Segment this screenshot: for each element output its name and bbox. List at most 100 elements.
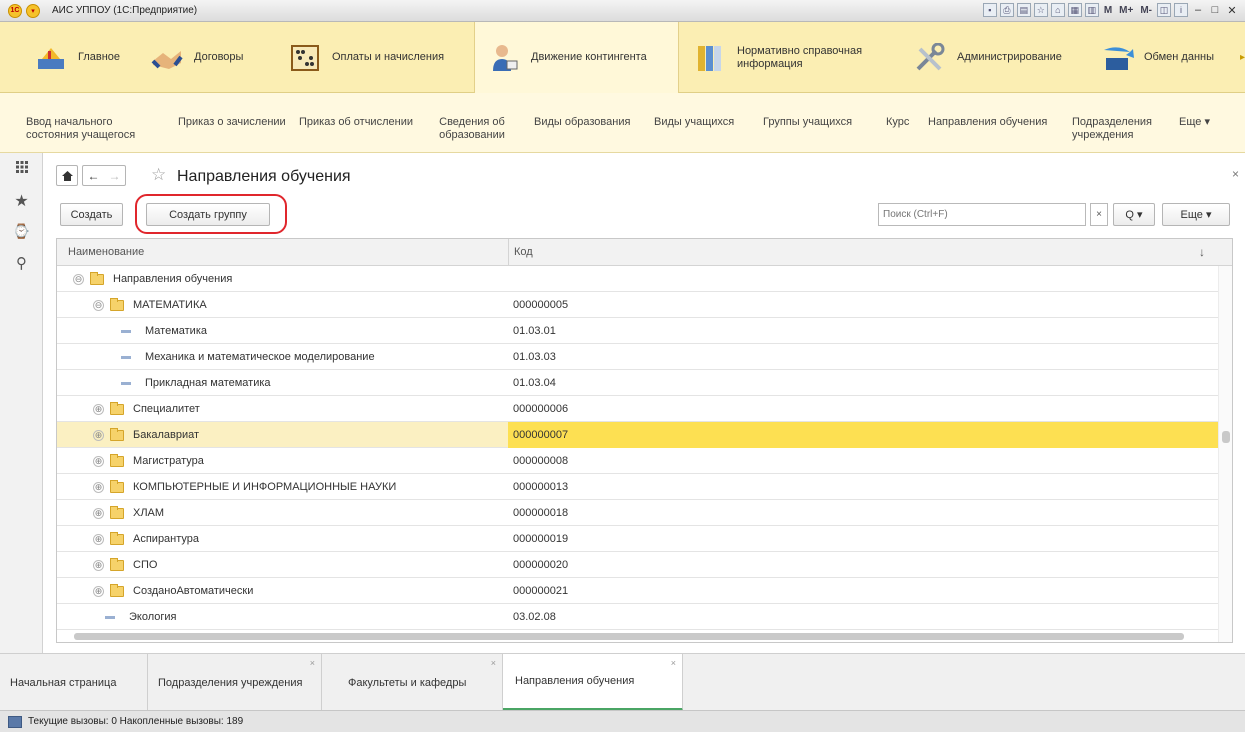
cell-code: 000000013 [513, 481, 569, 493]
subnav-departments[interactable]: Подразделения учреждения [1072, 116, 1152, 142]
memory-m-button[interactable]: М [1102, 5, 1114, 16]
forward-arrow-icon[interactable]: → [104, 166, 125, 185]
table-row[interactable]: Экология 03.02.08 [57, 604, 1219, 630]
more-actions-button[interactable]: Еще ▾ [1162, 203, 1230, 226]
memory-plus-button[interactable]: М+ [1117, 5, 1135, 16]
maximize-icon[interactable]: □ [1208, 4, 1222, 16]
expand-icon[interactable]: ⊕ [93, 507, 104, 519]
tab-study-directions[interactable]: Направления обучения × [503, 654, 683, 711]
minimize-icon[interactable]: – [1191, 4, 1205, 16]
table-row[interactable]: Механика и математическое моделирование 0… [57, 344, 1219, 370]
back-arrow-icon[interactable]: ← [83, 166, 104, 185]
table-row-group[interactable]: ⊕ Специалитет 000000006 [57, 396, 1219, 422]
home-icon [61, 170, 73, 181]
collapse-icon[interactable]: ⊖ [73, 273, 84, 285]
history-clock-icon[interactable]: ⌚ [0, 223, 43, 240]
subnav-course[interactable]: Курс [886, 116, 909, 129]
close-tab-icon[interactable]: × [310, 658, 315, 668]
table-row-group[interactable]: ⊕ Бакалавриат 000000007 [57, 422, 1219, 448]
calculator-icon[interactable]: ▦ [1067, 3, 1082, 17]
section-administration[interactable]: Администрирование [913, 22, 1083, 93]
search-options-button[interactable]: Q ▾ [1113, 203, 1155, 226]
clear-search-button[interactable]: × [1090, 203, 1108, 226]
table-row[interactable]: Математика 01.03.01 [57, 318, 1219, 344]
add-to-favorites-star-icon[interactable]: ☆ [151, 165, 166, 185]
column-code-header[interactable]: Код [514, 239, 533, 265]
red-highlight-annotation [135, 194, 287, 234]
memory-minus-button[interactable]: М- [1138, 5, 1154, 16]
section-payments[interactable]: Оплаты и начисления [288, 22, 463, 93]
tab-faculties[interactable]: Факультеты и кафедры × [322, 654, 503, 711]
horizontal-scroll-thumb[interactable] [74, 633, 1184, 640]
expand-icon[interactable]: ⊕ [93, 455, 104, 467]
vertical-scroll-thumb[interactable] [1222, 431, 1230, 443]
cell-code: 000000008 [513, 455, 569, 467]
subnav-student-groups[interactable]: Группы учащихся [763, 116, 852, 129]
folder-icon [90, 271, 104, 285]
tab-departments[interactable]: Подразделения учреждения × [148, 654, 322, 711]
expand-icon[interactable]: ⊕ [93, 559, 104, 571]
table-row-group[interactable]: ⊕ КОМПЬЮТЕРНЫЕ И ИНФОРМАЦИОННЫЕ НАУКИ 0000… [57, 474, 1219, 500]
tab-start-page[interactable]: Начальная страница [0, 654, 148, 711]
close-tab-icon[interactable]: × [671, 658, 676, 668]
favorites-star-icon[interactable]: ★ [0, 191, 43, 211]
save-icon[interactable]: ▪ [982, 3, 997, 17]
table-row-group[interactable]: ⊕ СПО 000000020 [57, 552, 1219, 578]
table-row-group[interactable]: ⊖ Направления обучения [57, 266, 1219, 292]
subnav-student-types[interactable]: Виды учащихся [654, 116, 734, 129]
horizontal-scrollbar[interactable] [56, 631, 1218, 642]
preview-icon[interactable]: ▤ [1016, 3, 1031, 17]
subnav-enrollment-order[interactable]: Приказ о зачислении [178, 116, 286, 129]
info-icon[interactable]: i [1174, 3, 1188, 17]
section-data-exchange[interactable]: Обмен данны ▸ [1100, 22, 1245, 93]
section-contracts[interactable]: Договоры [150, 22, 275, 93]
table-row-group[interactable]: ⊕ Аспирантура 000000019 [57, 526, 1219, 552]
collapse-icon[interactable]: ⊖ [93, 299, 104, 311]
sort-down-icon[interactable]: ↓ [1199, 239, 1205, 265]
print-icon[interactable]: ⎙ [999, 3, 1014, 17]
row-name-text: СозданоАвтоматически [133, 585, 254, 597]
subnav-expulsion-order[interactable]: Приказ об отчислении [299, 116, 413, 129]
expand-icon[interactable]: ⊕ [93, 403, 104, 415]
close-tab-icon[interactable]: × [491, 658, 496, 668]
search-icon[interactable]: ⚲ [0, 254, 43, 272]
expand-icon[interactable]: ⊕ [93, 429, 104, 441]
table-row-group[interactable]: ⊕ Магистратура 000000008 [57, 448, 1219, 474]
close-window-icon[interactable]: ✕ [1225, 4, 1239, 17]
table-row[interactable]: Прикладная математика 01.03.04 [57, 370, 1219, 396]
subnav-study-directions[interactable]: Направления обучения [928, 116, 1047, 129]
window-layout-icon[interactable]: ◫ [1157, 3, 1171, 17]
home-button[interactable] [56, 165, 78, 186]
column-name-header[interactable]: Наименование [68, 239, 144, 265]
subnav-education-info[interactable]: Сведения об образовании [437, 116, 507, 142]
search-input[interactable] [878, 203, 1086, 226]
section-reference-info[interactable]: Нормативно справочная информация [693, 22, 898, 93]
cell-name: ⊕ КОМПЬЮТЕРНЫЕ И ИНФОРМАЦИОННЫЕ НАУКИ [93, 474, 396, 500]
folder-icon [110, 583, 124, 597]
element-icon [121, 329, 131, 333]
table-row-group[interactable]: ⊕ СозданоАвтоматически 000000021 [57, 578, 1219, 604]
scroll-right-icon[interactable]: ▸ [1240, 52, 1245, 63]
element-icon [121, 355, 131, 359]
table-row-group[interactable]: ⊕ ХЛАМ 000000018 [57, 500, 1219, 526]
expand-icon[interactable]: ⊕ [93, 533, 104, 545]
table-row-group[interactable]: ⊖ МАТЕМАТИКА 000000005 [57, 292, 1219, 318]
history-icon[interactable]: ⌂ [1050, 3, 1065, 17]
page-title: Направления обучения [177, 168, 351, 185]
favorites-icon[interactable]: ☆ [1033, 3, 1048, 17]
calendar-icon[interactable]: ▥ [1084, 3, 1099, 17]
close-form-icon[interactable]: × [1232, 167, 1239, 181]
all-functions-icon[interactable] [0, 161, 43, 173]
folder-icon [110, 427, 124, 441]
expand-icon[interactable]: ⊕ [93, 585, 104, 597]
expand-icon[interactable]: ⊕ [93, 481, 104, 493]
subnav-education-types[interactable]: Виды образования [534, 116, 630, 129]
vertical-scrollbar[interactable] [1218, 266, 1232, 642]
section-main[interactable]: Главное [34, 22, 144, 93]
section-contingent-movement[interactable]: Движение контингента [474, 22, 679, 93]
subnav-more[interactable]: Еще ▾ [1179, 116, 1210, 129]
create-button[interactable]: Создать [60, 203, 123, 226]
subnav-initial-state[interactable]: Ввод начального состояния учащегося [26, 116, 136, 142]
open-windows-tabbar: Начальная страница Подразделения учрежде… [0, 653, 1245, 711]
main-menu-icon[interactable]: ▾ [26, 3, 40, 18]
